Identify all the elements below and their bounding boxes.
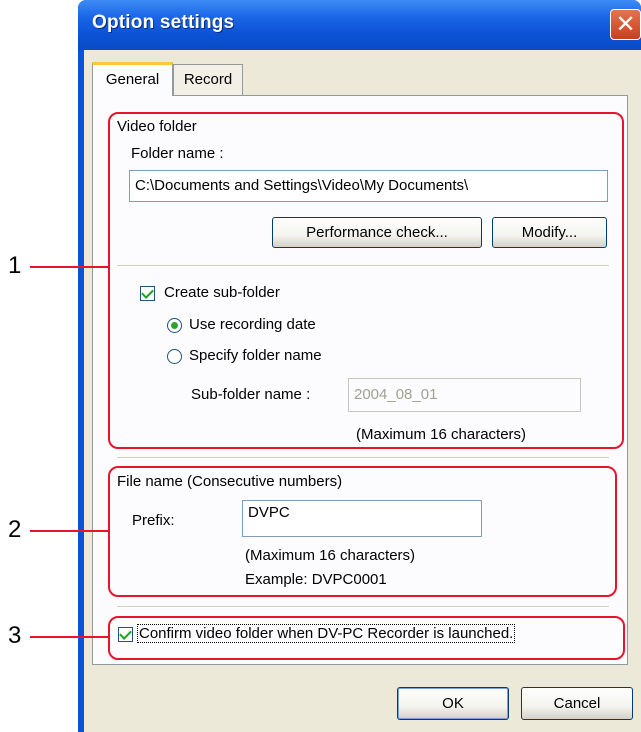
close-button[interactable]: ✕ <box>610 9 641 40</box>
tab-general[interactable]: General <box>92 62 173 96</box>
callout-number-2: 2 <box>8 516 22 543</box>
callout-line-2 <box>30 530 108 532</box>
separator <box>117 606 609 608</box>
cancel-button[interactable]: Cancel <box>521 687 633 720</box>
ok-button[interactable]: OK <box>397 687 509 720</box>
window-title: Option settings <box>92 12 235 33</box>
callout-box-2 <box>108 466 617 597</box>
callout-box-1 <box>108 112 624 449</box>
callout-line-3 <box>30 636 108 638</box>
tab-record[interactable]: Record <box>173 64 243 95</box>
callout-line-1 <box>30 266 108 268</box>
callout-number-3: 3 <box>8 622 22 649</box>
callout-number-1: 1 <box>8 252 22 279</box>
close-icon: ✕ <box>615 10 636 38</box>
callout-box-3 <box>108 616 625 660</box>
separator <box>117 457 609 459</box>
